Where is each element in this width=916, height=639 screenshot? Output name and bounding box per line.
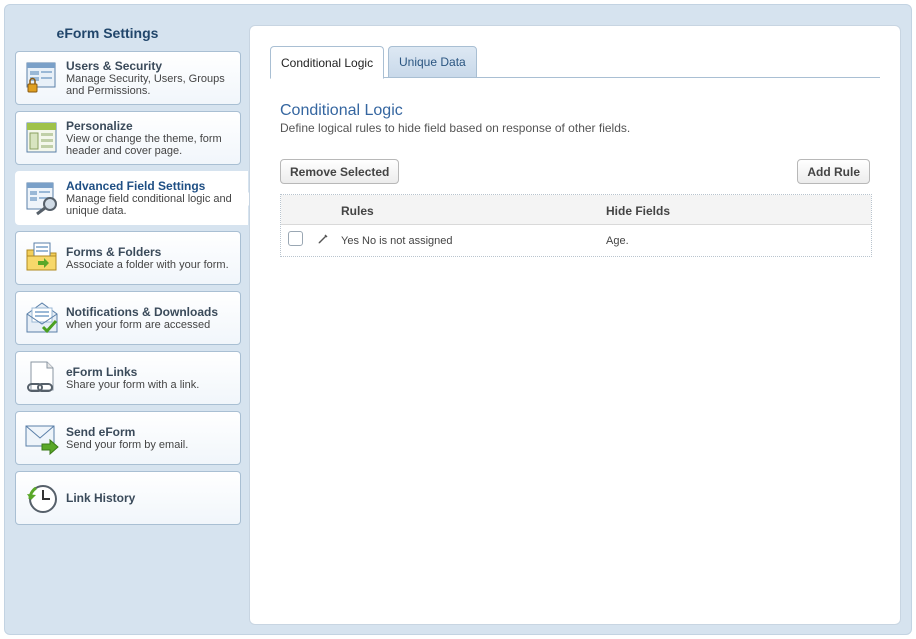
personalize-icon [26, 122, 57, 153]
table-header: Rules Hide Fields [281, 195, 871, 225]
nav-title: Send eForm [66, 424, 136, 439]
users-security-icon [26, 62, 56, 93]
sidebar-item-send-eform[interactable]: Send eForm Send your form by email. [15, 411, 241, 465]
nav-title: Link History [66, 490, 136, 505]
nav-title: Forms & Folders [66, 244, 162, 259]
nav-desc: Associate a folder with your form. [66, 258, 229, 271]
nav-desc: Manage Security, Users, Groups and Permi… [66, 72, 225, 97]
tab-bar: Conditional Logic Unique Data [270, 46, 880, 79]
rules-table: Rules Hide Fields Yes No is not assigned… [280, 194, 872, 257]
tab-unique-data[interactable]: Unique Data [388, 46, 477, 78]
sidebar-title: eForm Settings [56, 25, 159, 41]
notification-icon [26, 302, 58, 334]
nav-title: Notifications & Downloads [66, 304, 219, 319]
section-description: Define logical rules to hide field based… [280, 121, 631, 135]
nav-desc: Share your form with a link. [66, 378, 200, 391]
history-clock-icon [27, 485, 57, 513]
sidebar-item-advanced-field-settings[interactable]: Advanced Field Settings Manage field con… [15, 171, 255, 225]
hide-fields-cell: Age. [606, 235, 629, 247]
edit-pencil-icon[interactable] [317, 233, 329, 245]
sidebar-item-forms-folders[interactable]: Forms & Folders Associate a folder with … [15, 231, 241, 285]
remove-selected-button[interactable]: Remove Selected [280, 159, 400, 184]
settings-frame: eForm Settings Users & Security Manage S… [4, 4, 912, 635]
nav-title: Users & Security [66, 58, 163, 73]
row-checkbox[interactable] [288, 231, 303, 246]
sidebar-item-personalize[interactable]: Personalize View or change the theme, fo… [15, 111, 241, 165]
main-content: Conditional Logic Unique Data Conditiona… [249, 25, 901, 625]
nav-title: Personalize [66, 118, 133, 133]
link-icon [27, 361, 54, 392]
nav-desc: View or change the theme, form header an… [66, 132, 222, 157]
nav-title: eForm Links [66, 364, 138, 379]
nav-desc: Manage field conditional logic and uniqu… [66, 192, 232, 217]
add-rule-button[interactable]: Add Rule [797, 159, 870, 184]
nav-desc: when your form are accessed [66, 318, 211, 331]
tab-conditional-logic[interactable]: Conditional Logic [270, 46, 385, 79]
sidebar-item-notifications-downloads[interactable]: Notifications & Downloads when your form… [15, 291, 241, 345]
sidebar-item-eform-links[interactable]: eForm Links Share your form with a link. [15, 351, 241, 405]
table-row[interactable]: Yes No is not assigned Age. [281, 225, 871, 256]
column-header-rules[interactable]: Rules [341, 204, 374, 218]
folder-icon [26, 242, 57, 271]
nav-title: Advanced Field Settings [66, 178, 206, 193]
sidebar-item-link-history[interactable]: Link History [15, 471, 241, 525]
send-email-icon [25, 425, 59, 456]
column-header-hide-fields[interactable]: Hide Fields [606, 204, 670, 218]
sidebar-item-users-security[interactable]: Users & Security Manage Security, Users,… [15, 51, 241, 105]
nav-desc: Send your form by email. [66, 438, 189, 451]
advanced-field-icon [26, 182, 57, 216]
section-title: Conditional Logic [280, 102, 403, 119]
rule-cell: Yes No is not assigned [341, 235, 453, 247]
